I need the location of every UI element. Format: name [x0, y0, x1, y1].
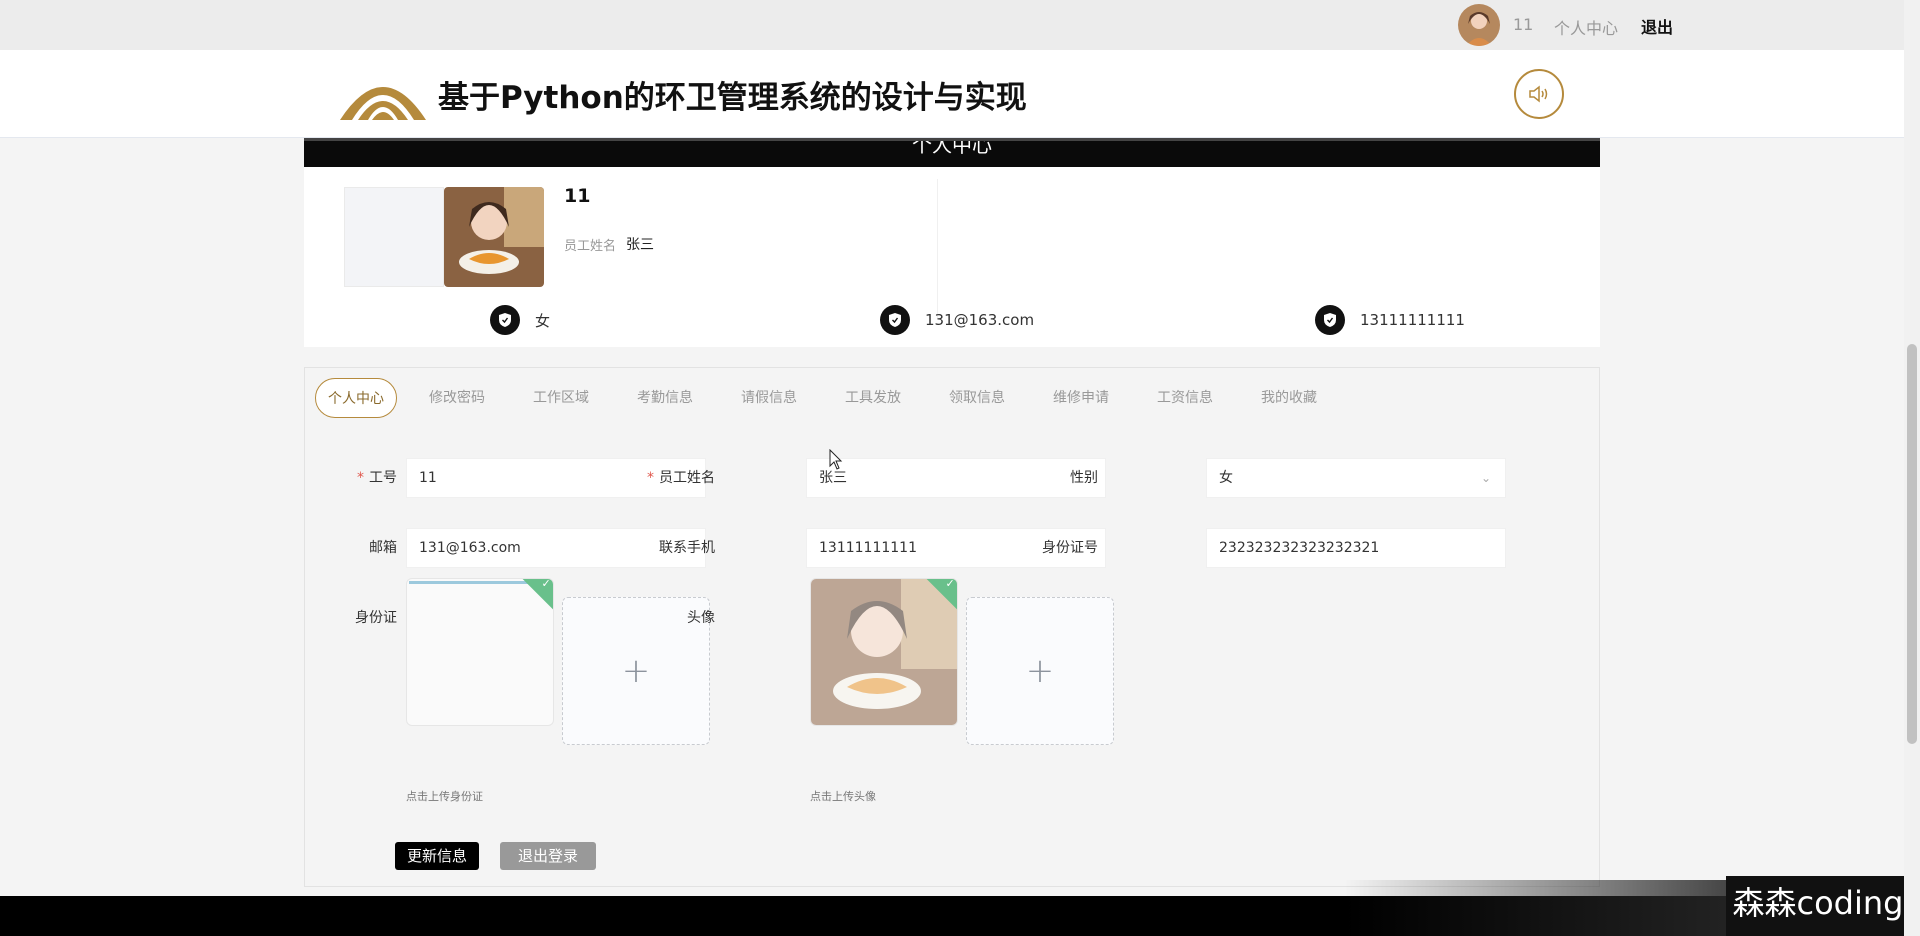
- watermark: 森森coding: [1726, 876, 1910, 936]
- gender-value: 女: [535, 311, 551, 330]
- avatar-upload-button[interactable]: +: [966, 597, 1114, 745]
- logout-button[interactable]: 退出登录: [500, 842, 596, 870]
- shield-icon: [1315, 305, 1345, 335]
- profile-photo: [444, 187, 544, 287]
- user-avatar[interactable]: [1458, 4, 1500, 46]
- profile-id: 11: [564, 185, 591, 207]
- id-card-upload-hint: 点击上传身份证: [406, 790, 483, 803]
- logout-link[interactable]: 退出: [1641, 14, 1673, 38]
- mouse-cursor-icon: [829, 448, 843, 475]
- tab-bar: 个人中心 修改密码 工作区域 考勤信息 请假信息 工具发放 领取信息 维修申请 …: [315, 378, 1353, 418]
- id-card-uploaded-image[interactable]: ✓: [406, 578, 554, 726]
- profile-name-value: 张三: [626, 237, 654, 253]
- avatar-preview: [811, 579, 957, 725]
- id-number-label: 身份证号: [1042, 540, 1098, 556]
- required-mark: *: [357, 470, 364, 486]
- avatar-upload-hint: 点击上传头像: [810, 790, 876, 803]
- logo-icon: [338, 66, 428, 122]
- email-info: 131@163.com: [880, 305, 1034, 335]
- tab-repair-request[interactable]: 维修申请: [1041, 378, 1121, 418]
- avatar-uploaded-image[interactable]: ✓: [810, 578, 958, 726]
- phone-info: 13111111111: [1315, 305, 1465, 335]
- email-value: 131@163.com: [925, 311, 1035, 329]
- gonghao-label: * 工号: [357, 470, 397, 486]
- tab-salary[interactable]: 工资信息: [1145, 378, 1225, 418]
- shield-icon: [880, 305, 910, 335]
- site-header: 基于Python的环卫管理系统的设计与实现: [0, 50, 1904, 138]
- gender-select-value: 女: [1219, 470, 1233, 486]
- tab-personal-center[interactable]: 个人中心: [315, 378, 397, 418]
- watermark-shade: [1344, 880, 1726, 936]
- update-info-button[interactable]: 更新信息: [395, 842, 479, 870]
- profile-edit-panel: 个人中心 修改密码 工作区域 考勤信息 请假信息 工具发放 领取信息 维修申请 …: [304, 367, 1600, 887]
- shield-icon: [490, 305, 520, 335]
- top-bar: 11 个人中心 退出: [0, 0, 1904, 50]
- tab-leave[interactable]: 请假信息: [729, 378, 809, 418]
- id-card-label: 身份证: [355, 610, 397, 626]
- personal-center-link[interactable]: 个人中心: [1554, 15, 1618, 39]
- plus-icon: +: [1025, 651, 1055, 691]
- speaker-icon: [1529, 85, 1548, 103]
- phone-label: 联系手机: [659, 540, 715, 556]
- avatar-label: 头像: [687, 610, 715, 626]
- phone-value: 13111111111: [1360, 311, 1465, 329]
- email-label: 邮箱: [369, 540, 397, 556]
- tab-receive-info[interactable]: 领取信息: [937, 378, 1017, 418]
- tab-change-password[interactable]: 修改密码: [417, 378, 497, 418]
- required-mark: *: [647, 470, 654, 486]
- gender-info: 女: [490, 305, 550, 335]
- plus-icon: +: [621, 651, 651, 691]
- chevron-down-icon: ⌄: [1480, 471, 1491, 485]
- tab-favorites[interactable]: 我的收藏: [1249, 378, 1329, 418]
- employee-name-label: * 员工姓名: [647, 470, 715, 486]
- topbar-username: 11: [1513, 15, 1534, 34]
- gender-label: 性别: [1070, 470, 1098, 486]
- section-banner: 个人中心: [304, 138, 1600, 167]
- id-number-input[interactable]: 232323232323232321: [1206, 528, 1506, 568]
- profile-name-label: 员工姓名: [564, 239, 617, 254]
- tab-work-area[interactable]: 工作区域: [521, 378, 601, 418]
- sound-toggle-button[interactable]: [1514, 69, 1564, 119]
- profile-image-placeholder: [344, 187, 444, 287]
- page-title: 基于Python的环卫管理系统的设计与实现: [438, 80, 1027, 116]
- scrollbar-thumb[interactable]: [1907, 344, 1917, 744]
- divider: [937, 179, 938, 319]
- tab-attendance[interactable]: 考勤信息: [625, 378, 705, 418]
- tab-tool-distribution[interactable]: 工具发放: [833, 378, 913, 418]
- profile-card: 11 员工姓名 张三 女 131@163.com 13111111111: [304, 167, 1600, 347]
- section-banner-text: 个人中心: [912, 138, 992, 157]
- gender-select[interactable]: 女 ⌄: [1206, 458, 1506, 498]
